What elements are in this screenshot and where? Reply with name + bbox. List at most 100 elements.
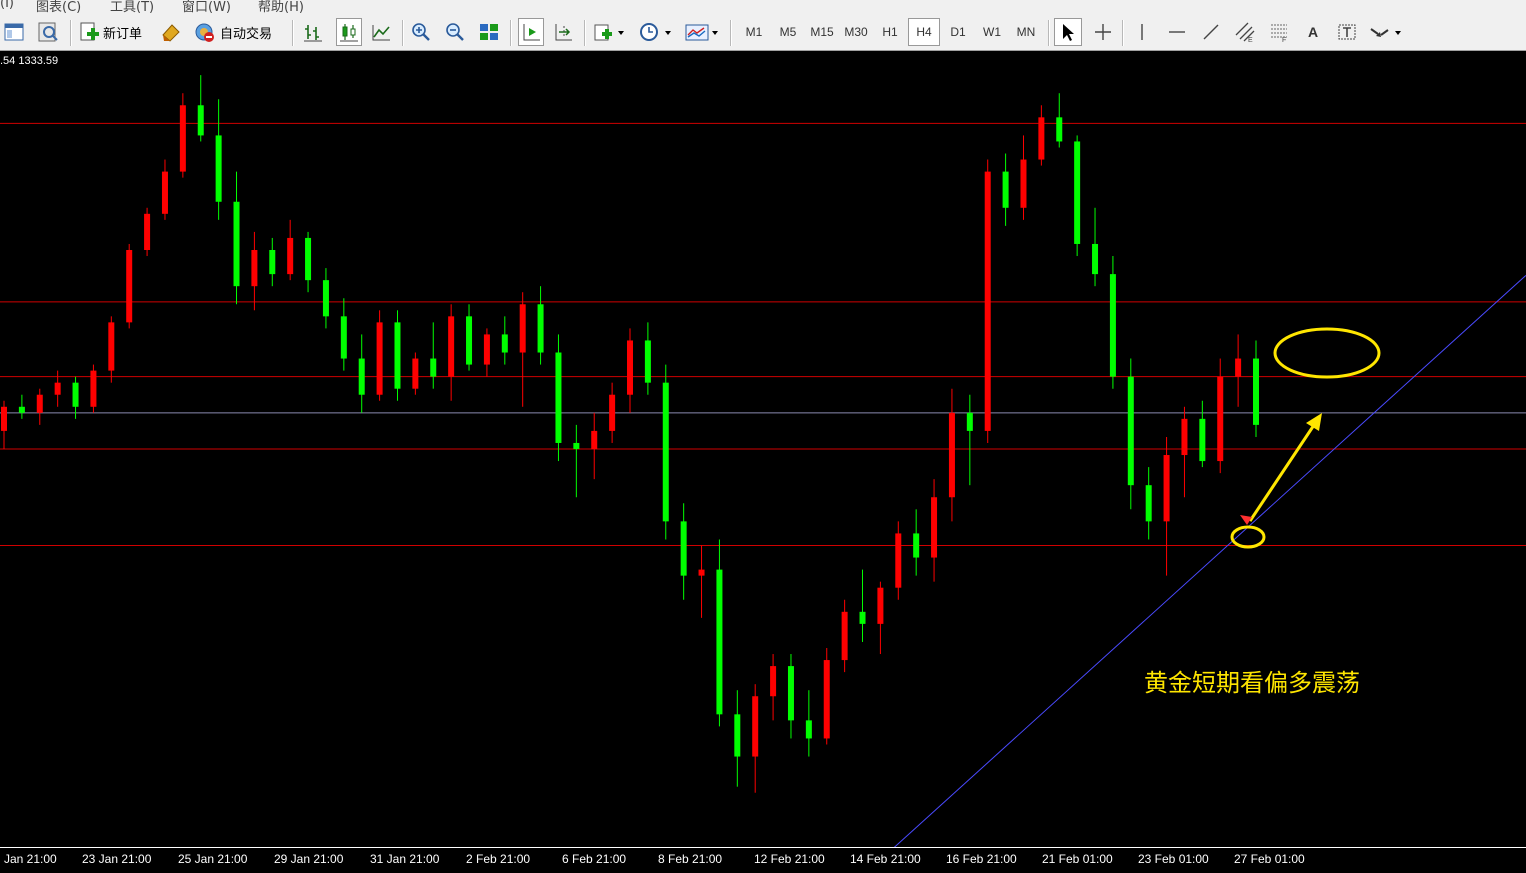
x-axis-tick-label: 6 Feb 21:00 (562, 852, 627, 866)
bearish-candle (662, 382, 669, 522)
x-axis-tick-label: 12 Feb 21:00 (754, 852, 825, 866)
bearish-candle (966, 412, 973, 431)
bullish-candle (931, 497, 938, 558)
bullish-candle (841, 611, 848, 661)
svg-text:F: F (1282, 37, 1286, 43)
bullish-candle (1163, 455, 1170, 522)
bearish-candle (1002, 171, 1009, 208)
menu-item[interactable]: 帮助(H) (258, 0, 304, 14)
new-chart-icon[interactable] (2, 18, 28, 46)
candlestick-chart (0, 75, 1526, 847)
trendline-icon[interactable] (1198, 18, 1224, 46)
cursor-icon[interactable] (1054, 18, 1082, 46)
bearish-candle (573, 442, 580, 449)
bullish-candle (376, 322, 383, 395)
bullish-candle (448, 316, 455, 377)
x-axis-tick-label: 23 Feb 01:00 (1138, 852, 1209, 866)
bearish-candle (1092, 243, 1099, 275)
bearish-candle (1056, 117, 1063, 142)
bullish-candle (287, 237, 294, 275)
timeframe-m15-button[interactable]: M15 (806, 18, 838, 46)
menu-item[interactable]: 窗口(W) (182, 0, 231, 14)
text-label-icon[interactable] (1334, 18, 1360, 46)
timeframe-mn-button[interactable]: MN (1010, 18, 1042, 46)
bullish-candle (823, 660, 830, 739)
bearish-candle (1074, 141, 1081, 244)
x-axis-tick-label: 8 Feb 21:00 (658, 852, 723, 866)
horizontal-line-icon[interactable] (1164, 18, 1190, 46)
menu-item[interactable]: (I) (0, 0, 14, 11)
fibonacci-icon[interactable]: F (1266, 18, 1292, 46)
bullish-candle (36, 394, 43, 413)
bullish-candle (752, 696, 759, 757)
bearish-candle (340, 316, 347, 359)
timeframe-w1-button[interactable]: W1 (976, 18, 1008, 46)
bearish-candle (215, 135, 222, 202)
auto-trading-label: 自动交易 (220, 26, 273, 42)
market-watch-icon[interactable] (36, 18, 62, 46)
templates-dropdown[interactable] (684, 18, 724, 46)
bearish-candle (358, 358, 365, 395)
menu-item[interactable]: 工具(T) (110, 0, 154, 14)
bearish-candle (1253, 358, 1259, 425)
bearish-candle (197, 105, 204, 136)
bullish-candle (161, 171, 168, 214)
bearish-candle (233, 201, 240, 287)
toolbar: 新订单 自动交易 M1 M5 M15 M30 H1 H4 D1 W1 MN E … (0, 14, 1526, 51)
tile-windows-icon[interactable] (478, 18, 502, 46)
bearish-candle (501, 334, 508, 353)
vertical-line-icon[interactable] (1130, 18, 1154, 46)
bearish-candle (555, 352, 562, 443)
equidistant-channel-icon[interactable]: E (1232, 18, 1258, 46)
bearish-candle (680, 521, 687, 576)
bearish-candle (1199, 418, 1206, 462)
bullish-candle (1217, 376, 1224, 462)
toolbar-separator (1048, 20, 1050, 46)
zoom-in-icon[interactable] (410, 18, 434, 46)
line-chart-icon[interactable] (370, 18, 394, 46)
bar-chart-icon[interactable] (302, 18, 326, 46)
bullish-candle (483, 334, 490, 365)
x-axis-tick-label: 23 Jan 21:00 (82, 852, 152, 866)
price-chart[interactable]: .54 1333.59 黄金短期看偏多震荡 (0, 51, 1526, 847)
zoom-out-icon[interactable] (444, 18, 468, 46)
timeframe-m5-button[interactable]: M5 (772, 18, 804, 46)
bullish-candle (519, 304, 526, 353)
metaeditor-icon[interactable] (160, 18, 186, 46)
crosshair-icon[interactable] (1090, 18, 1116, 46)
periods-dropdown[interactable] (638, 18, 676, 46)
bullish-candle (251, 250, 258, 287)
timeframe-m30-button[interactable]: M30 (840, 18, 872, 46)
bullish-candle (770, 666, 777, 697)
bullish-candle (1038, 117, 1045, 160)
timeframe-d1-button[interactable]: D1 (942, 18, 974, 46)
bullish-arrow-head (1306, 413, 1322, 431)
indicators-dropdown[interactable] (592, 18, 628, 46)
bearish-candle (269, 250, 276, 275)
bullish-candle (895, 533, 902, 588)
bullish-candle (126, 250, 133, 323)
bullish-candle (54, 382, 61, 395)
bearish-candle (716, 569, 723, 715)
chart-shift-icon[interactable] (552, 18, 576, 46)
menu-item[interactable]: 图表(C) (36, 0, 81, 14)
target-ellipse (1273, 327, 1381, 379)
x-axis-tick-label: 16 Feb 21:00 (946, 852, 1017, 866)
timeframe-h4-button[interactable]: H4 (908, 18, 940, 46)
bearish-candle (305, 237, 312, 281)
bearish-candle (322, 280, 329, 317)
text-tool-icon[interactable]: A (1300, 18, 1326, 46)
timeframe-m1-button[interactable]: M1 (738, 18, 770, 46)
auto-trading-button[interactable]: 自动交易 (192, 18, 276, 46)
bullish-candle (1020, 159, 1027, 208)
candlestick-chart-icon[interactable] (336, 18, 362, 46)
auto-scroll-icon[interactable] (518, 18, 544, 46)
arrows-dropdown[interactable] (1368, 18, 1406, 46)
chart-annotation: 黄金短期看偏多震荡 (1144, 669, 1360, 697)
x-axis-tick-label: 29 Jan 21:00 (274, 852, 344, 866)
timeframe-h1-button[interactable]: H1 (874, 18, 906, 46)
bullish-candle (412, 358, 419, 389)
time-axis: Jan 21:00 23 Jan 21:00 25 Jan 21:00 29 Jan … (0, 847, 1526, 873)
new-order-button[interactable]: 新订单 (78, 18, 146, 46)
x-axis-tick-label: 21 Feb 01:00 (1042, 852, 1113, 866)
